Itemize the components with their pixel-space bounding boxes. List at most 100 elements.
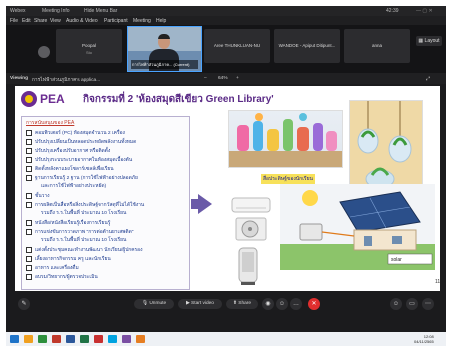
arrow-right-icon [198,194,212,214]
list-item: ปรับปรุงระบบระบายอากาศในห้องสมุดเบื้องต้… [26,156,132,164]
crafts-caption: สื่อประดิษฐ์ของนักเรียน [261,174,315,184]
participant-name: anna [371,43,382,48]
list-item: อาหาร และเครื่องดื่ม [26,264,79,272]
viewing-name: การไฟฟ้าส่วนภูมิภาค's applica... [32,78,101,83]
share-button[interactable]: ⬆ Share [226,299,258,309]
share-view-bar: Viewing การไฟฟ้าส่วนภูมิภาค's applica...… [6,73,446,84]
viewing-label: Viewing [10,76,29,81]
checkbox-icon [26,255,32,262]
list-item: แต่งตั้งประชุมคณะทำงานพัฒนา นักเรียน/ผู้… [26,246,142,254]
list-item: ปรับปรุงเครื่องปรับอากาศ หรือติดตั้ง [26,147,110,155]
list-item: เลี้ยงอาหารกิจกรรม ครู และนักเรียน [26,255,111,263]
menu-help[interactable]: Help [156,18,166,24]
participant-tile[interactable]: Aree THUNKLUAN-NU [204,29,270,63]
participant-tile[interactable]: Poopal Sto [56,29,122,63]
list-item: หนังสือ/หนังสือเรียนรู้เรื่องการเรียนรู้ [26,219,110,227]
app-icon[interactable] [136,335,145,343]
participant-tile[interactable]: anna [344,29,410,63]
menu-edit[interactable]: Edit [22,18,31,24]
more-panels-icon[interactable]: ⋯ [422,298,434,310]
participant-name: Poopal [81,43,96,48]
checkbox-icon [26,273,32,280]
list-item: การแข่งขันการวาดภาพ "การต่อต้านยาเสพติด" [26,228,134,236]
list-item: ฐานการเรียนรู้ 2 ฐาน (การใช้ไฟฟ้าอย่างปล… [26,174,138,182]
menu-bar: File Edit Share View Audio & Video Parti… [6,16,446,25]
taskbar-clock: 12:08 04/11/2565 [414,334,434,344]
zoom-out-icon[interactable]: – [204,76,207,81]
acrobat-icon[interactable] [94,335,103,343]
list-item: การผลิตเป็นสื่อหรือสิ่งประดิษฐ์จากวัสดุท… [26,201,144,209]
shared-slide: PEA กิจกรรมที่ 2 'ห้องสมุดสีเขียว Green … [15,86,440,291]
record-icon[interactable]: ◉ [262,298,274,310]
checkbox-icon [26,201,32,208]
menu-share[interactable]: Share [34,18,47,24]
layout-button[interactable]: ▦ Layout [416,36,442,46]
hide-menu-bar-link[interactable]: Hide Menu Bar [84,8,117,14]
participant-sub: Sto [85,50,92,55]
webex-window: Webex Meeting Info Hide Menu Bar 42:39 —… [6,6,446,346]
menu-participant[interactable]: Participant [104,18,128,24]
recycled-crafts-photo [228,110,343,168]
air-conditioner-photo [228,194,274,242]
windows-taskbar: 12:08 04/11/2565 [6,332,446,346]
participant-strip: Poopal Sto การไฟฟ้าส่วนภูมิภาค... (Curre… [6,25,446,73]
checkbox-icon [26,138,32,145]
list-item: รวมถึง ร.ร.ในพื้นที่ ประมาณ 10 โรงเรียน [41,238,127,243]
unmute-button[interactable]: 🎙 Unmute [134,299,174,309]
checkbox-icon [26,264,32,271]
slide-title: กิจกรรมที่ 2 'ห้องสมุดสีเขียว Green Libr… [83,94,274,105]
app-icon[interactable] [122,335,131,343]
participants-panel-icon[interactable]: ☺ [390,298,402,310]
file-explorer-icon[interactable] [24,335,33,343]
meeting-info-link[interactable]: Meeting Info [42,8,70,14]
list-item: และการใช้ไฟฟ้าอย่างประหยัด) [41,184,107,189]
checkbox-icon [26,165,32,172]
active-speaker-video[interactable]: การไฟฟ้าส่วนภูมิภาค... (Current) [127,26,202,72]
hanging-plants-photo [349,100,423,192]
participant-name: Aree THUNKLUAN-NU [213,43,261,48]
support-list: การสนับสนุนของ PEA คอมพิวเตอร์ (PC) ห้อง… [21,116,190,290]
checkbox-icon [26,246,32,253]
app-name: Webex [10,8,26,14]
pea-logo: PEA [21,91,75,107]
checkbox-icon [26,192,32,199]
meeting-timer: 42:39 [386,8,399,14]
excel-icon[interactable] [80,335,89,343]
menu-audio-video[interactable]: Audio & Video [66,18,98,24]
self-avatar [38,46,50,58]
fullscreen-icon[interactable]: ⤢ [426,76,430,82]
speaker-hair [158,34,170,39]
checkbox-icon [26,228,32,235]
title-bar: Webex Meeting Info Hide Menu Bar 42:39 —… [6,6,446,16]
menu-view[interactable]: View [50,18,61,24]
menu-file[interactable]: File [10,18,18,24]
powerpoint-icon[interactable] [52,335,61,343]
word-icon[interactable] [66,335,75,343]
pea-emblem-icon [21,91,37,107]
list-item: ติดตั้งหลังคาแผงโซลาร์เซลล์เพื่อเรียน [26,165,114,173]
zoom-level[interactable]: 64% [218,76,228,81]
list-item: ชั้นวาง [26,192,50,200]
chat-icon[interactable]: ✎ [18,298,30,310]
zoom-in-icon[interactable]: + [236,76,239,81]
participant-tile[interactable]: WANDOE - Apiput Ditipunt... [274,29,340,63]
window-controls[interactable]: — ▢ ✕ [416,8,433,14]
start-menu-icon[interactable] [10,335,19,343]
start-video-button[interactable]: ▶ Start video [178,299,222,309]
checkbox-icon [26,219,32,226]
participant-name: WANDOE - Apiput Ditipunt... [278,43,336,48]
list-item: คอมพิวเตอร์ (PC) ห้องสมุดจำนวน 2 เครื่อง [26,129,125,137]
more-options-icon[interactable]: … [290,298,302,310]
reactions-icon[interactable]: ☺ [276,298,288,310]
svg-text:solar: solar [391,257,402,263]
webex-icon[interactable] [108,335,117,343]
chrome-icon[interactable] [38,335,47,343]
list-item: รวมถึง ร.ร.ในพื้นที่ ประมาณ 10 โรงเรียน [41,211,127,216]
chat-panel-icon[interactable]: ▭ [406,298,418,310]
list-item: อบรม/วิทยากร/ผู้ตรวจประเมิน [26,273,98,281]
end-call-button[interactable]: ✕ [308,298,320,310]
checkbox-icon [26,147,32,154]
solar-house-diagram: solar [280,184,435,270]
slide-page-number: 11 [435,279,440,285]
menu-meeting[interactable]: Meeting [133,18,151,24]
